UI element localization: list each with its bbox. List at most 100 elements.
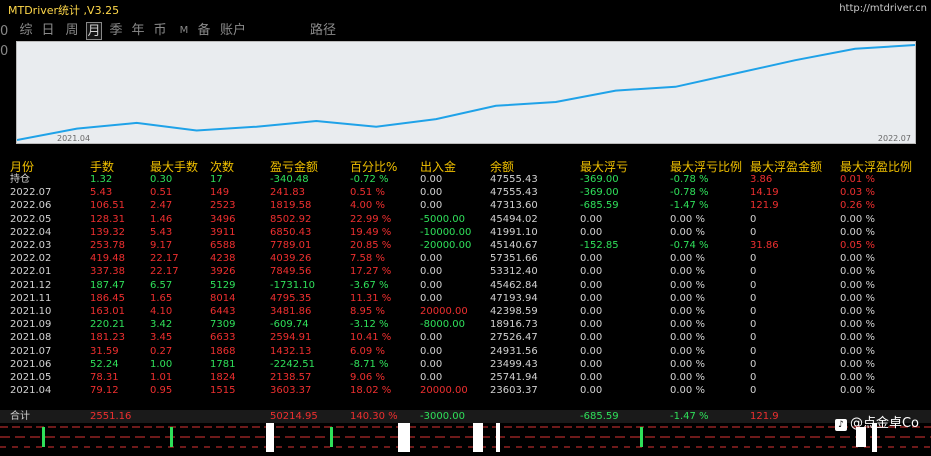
- table-cell: 0.00: [420, 253, 443, 265]
- summary-cell: 合计: [10, 411, 30, 422]
- table-row[interactable]: 2021.05 78.31 1.01 1824 2138.57 9.06 % 0.00 257…: [0, 371, 931, 384]
- summary-cell: 121.9: [750, 411, 779, 422]
- tab-9[interactable]: 账户: [218, 22, 248, 40]
- tab-0[interactable]: 综: [18, 22, 34, 40]
- table-cell: 0.00: [420, 200, 443, 212]
- table-cell: 220.21: [90, 319, 125, 331]
- table-cell: 6.09 %: [350, 345, 385, 357]
- table-cell: 0: [750, 253, 757, 265]
- table-cell: 2021.04: [10, 385, 52, 397]
- table-row[interactable]: 2021.06 52.24 1.00 1781 -2242.51 -8.71 % 0.00 2…: [0, 358, 931, 371]
- table-cell: 8.95 %: [350, 306, 385, 317]
- table-cell: 1.32: [90, 174, 113, 185]
- tab-7[interactable]: M: [177, 22, 191, 40]
- table-cell: 0.00: [580, 358, 603, 370]
- table-cell: 2022.03: [10, 240, 52, 251]
- table-cell: 5.43: [90, 187, 113, 199]
- table-cell: 1781: [210, 358, 236, 370]
- table-row[interactable]: 2021.08 181.23 3.45 6633 2594.91 10.41 % 0.00 2…: [0, 331, 931, 344]
- table-cell: 0.00 %: [670, 358, 705, 370]
- summary-cell: 2551.16: [90, 411, 132, 422]
- table-cell: 3496: [210, 213, 236, 225]
- tab-10[interactable]: 路径: [308, 22, 338, 40]
- left-edge-value: 0: [0, 44, 9, 59]
- tab-3[interactable]: 月: [86, 22, 102, 40]
- table-cell: 0.00: [580, 253, 603, 265]
- table-cell: -340.48: [270, 174, 309, 185]
- table-cell: 0.00: [580, 226, 603, 238]
- website-link[interactable]: http://mtdriver.cn: [839, 3, 927, 14]
- table-row[interactable]: 2022.06 106.51 2.47 2523 1819.58 4.00 % 0.00 47…: [0, 199, 931, 212]
- table-row[interactable]: 2021.04 79.12 0.95 1515 3603.37 18.02 % 20000.…: [0, 384, 931, 397]
- table-cell: 2021.10: [10, 306, 52, 317]
- tab-5[interactable]: 年: [130, 22, 146, 40]
- table-cell: 0.00 %: [840, 358, 875, 370]
- table-cell: -2242.51: [270, 358, 315, 370]
- table-row[interactable]: 2021.11 186.45 1.65 8014 4795.35 11.31 % 0.00 4…: [0, 292, 931, 305]
- table-row[interactable]: 2022.07 5.43 0.51 149 241.83 0.51 % 0.00 47555.…: [0, 186, 931, 199]
- table-cell: 337.38: [90, 266, 125, 278]
- table-cell: -3.67 %: [350, 279, 389, 291]
- table-cell: 4039.26: [270, 253, 312, 265]
- table-cell: 0.00: [420, 372, 443, 383]
- table-cell: 22.17: [150, 266, 179, 278]
- tab-8[interactable]: 备: [196, 22, 212, 40]
- table-cell: 0.00 %: [840, 292, 875, 304]
- summary-cell: 50214.95: [270, 411, 318, 422]
- table-row[interactable]: 持仓 1.32 0.30 17 -340.48 -0.72 % 0.00 47555.43 -3…: [0, 173, 931, 186]
- tab-4[interactable]: 季: [108, 22, 124, 40]
- table-cell: 2021.07: [10, 345, 52, 357]
- table-cell: 17.27 %: [350, 266, 392, 278]
- tab-2[interactable]: 周: [64, 22, 80, 40]
- table-cell: 20000.00: [420, 306, 468, 317]
- table-row[interactable]: 2022.04 139.32 5.43 3911 6850.43 19.49 % -1000…: [0, 226, 931, 239]
- table-cell: 0.00 %: [670, 372, 705, 383]
- table-cell: 5129: [210, 279, 236, 291]
- app-title: MTDriver统计 ,V3.25: [8, 4, 120, 17]
- table-cell: 24931.56: [490, 345, 538, 357]
- table-row[interactable]: 2022.02 419.48 22.17 4238 4039.26 7.58 % 0.00 5…: [0, 252, 931, 265]
- table-cell: 3481.86: [270, 306, 312, 317]
- table-cell: -369.00: [580, 174, 619, 185]
- table-cell: 0: [750, 332, 757, 344]
- table-row[interactable]: 2021.12 187.47 6.57 5129 -1731.10 -3.67 % 0.00…: [0, 279, 931, 292]
- table-cell: 79.12: [90, 385, 119, 397]
- table-cell: 0.30: [150, 174, 173, 185]
- table-cell: 0.00: [580, 385, 603, 397]
- table-row[interactable]: 2021.09 220.21 3.42 7309 -609.74 -3.12 % -8000…: [0, 318, 931, 331]
- table-cell: 0.00 %: [670, 345, 705, 357]
- table-cell: 4.10: [150, 306, 173, 317]
- table-cell: -20000.00: [420, 240, 472, 251]
- table-cell: 20.85 %: [350, 240, 392, 251]
- table-cell: 0.00 %: [670, 332, 705, 344]
- table-cell: 0.51 %: [350, 187, 385, 199]
- table-cell: 3926: [210, 266, 236, 278]
- balance-chart: 2021.04 2022.07: [16, 41, 916, 144]
- table-cell: 0: [750, 213, 757, 225]
- table-cell: 3.86: [750, 174, 773, 185]
- table-cell: 0: [750, 279, 757, 291]
- table-cell: 0.00: [420, 279, 443, 291]
- table-cell: 0: [750, 345, 757, 357]
- table-row[interactable]: 2021.07 31.59 0.27 1868 1432.13 6.09 % 0.00 249…: [0, 345, 931, 358]
- table-cell: -10000.00: [420, 226, 472, 238]
- table-cell: 0.00: [580, 213, 603, 225]
- tab-6[interactable]: 币: [152, 22, 168, 40]
- table-cell: 9.06 %: [350, 372, 385, 383]
- table-cell: 2523: [210, 200, 236, 212]
- summary-cell: 140.30 %: [350, 411, 398, 422]
- table-cell: 0: [750, 292, 757, 304]
- table-cell: 241.83: [270, 187, 305, 199]
- table-cell: -1731.10: [270, 279, 315, 291]
- tab-1[interactable]: 日: [40, 22, 56, 40]
- table-row[interactable]: 2022.05 128.31 1.46 3496 8502.92 22.99 % -5000…: [0, 213, 931, 226]
- table-cell: 0.00: [420, 292, 443, 304]
- table-cell: 3.42: [150, 319, 173, 331]
- table-cell: 181.23: [90, 332, 125, 344]
- table-row[interactable]: 2022.01 337.38 22.17 3926 7849.56 17.27 % 0.00…: [0, 265, 931, 278]
- table-row[interactable]: 2021.10 163.01 4.10 6443 3481.86 8.95 % 20000.…: [0, 305, 931, 318]
- table-cell: 186.45: [90, 292, 125, 304]
- table-row[interactable]: 2022.03 253.78 9.17 6588 7789.01 20.85 % -2000…: [0, 239, 931, 252]
- table-cell: 0.00 %: [670, 385, 705, 397]
- table-cell: 1.46: [150, 213, 173, 225]
